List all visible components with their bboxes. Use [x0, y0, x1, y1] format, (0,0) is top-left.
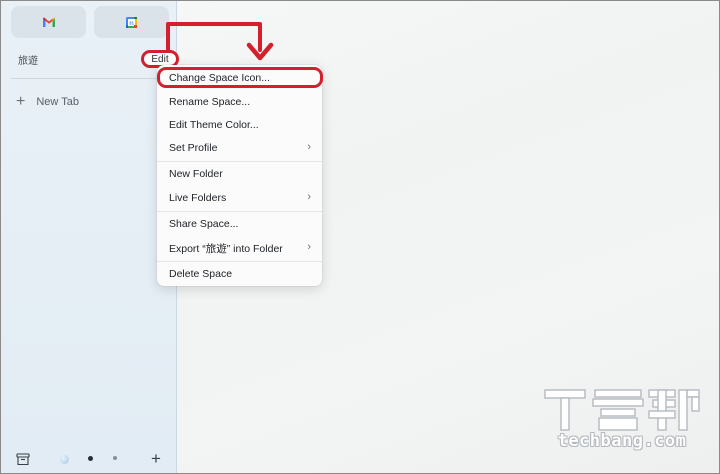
space-indicator-dot[interactable]: [113, 456, 117, 460]
menu-item-rename-space[interactable]: Rename Space...: [157, 91, 322, 113]
menu-item-label: Edit Theme Color...: [169, 119, 259, 131]
browser-window: 31 旅遊 + New Tab + Edit Change Space Icon…: [0, 0, 720, 474]
menu-item-label: Export “旅遊” into Folder: [169, 242, 283, 255]
new-tab-button[interactable]: + New Tab: [16, 94, 79, 110]
calendar-icon: 31: [126, 16, 137, 28]
pinned-tab-calendar[interactable]: 31: [94, 6, 169, 38]
svg-text:31: 31: [129, 20, 135, 25]
menu-item-live-folders[interactable]: Live Folders ›: [157, 187, 322, 209]
archive-icon[interactable]: [16, 452, 30, 466]
chevron-right-icon: ›: [307, 191, 311, 203]
menu-item-label: Delete Space: [169, 268, 233, 280]
menu-divider: [157, 161, 322, 162]
menu-item-change-space-icon[interactable]: Change Space Icon...: [157, 67, 322, 89]
menu-item-export-into-folder[interactable]: Export “旅遊” into Folder ›: [157, 237, 322, 259]
menu-divider: [157, 261, 322, 262]
space-indicator-dot[interactable]: [88, 456, 93, 461]
sidebar: 31 旅遊 + New Tab +: [1, 1, 177, 473]
add-space-plus-icon[interactable]: +: [151, 449, 161, 469]
chevron-right-icon: ›: [307, 141, 311, 153]
watermark-domain: techbang.com: [557, 431, 687, 451]
menu-item-label: Share Space...: [169, 218, 239, 230]
watermark: techbang.com: [541, 387, 703, 457]
menu-item-label: Rename Space...: [169, 96, 251, 108]
menu-item-edit-theme-color[interactable]: Edit Theme Color...: [157, 114, 322, 136]
menu-item-set-profile[interactable]: Set Profile ›: [157, 137, 322, 159]
menu-divider: [157, 211, 322, 212]
menu-item-share-space[interactable]: Share Space...: [157, 213, 322, 235]
gmail-icon: [42, 17, 55, 27]
menu-item-label: New Folder: [169, 168, 223, 180]
menu-item-label: Live Folders: [169, 192, 227, 204]
annotation-arrow-icon: [166, 22, 274, 61]
menu-item-label: Change Space Icon...: [169, 72, 270, 84]
pinned-tab-gmail[interactable]: [11, 6, 86, 38]
menu-item-label: Set Profile: [169, 142, 218, 154]
menu-item-new-folder[interactable]: New Folder: [157, 163, 322, 185]
plus-icon: +: [16, 93, 26, 110]
new-tab-label: New Tab: [36, 96, 79, 108]
sidebar-divider: [11, 78, 168, 79]
space-context-menu: Change Space Icon... Rename Space... Edi…: [157, 65, 322, 286]
space-name-label[interactable]: 旅遊: [18, 52, 38, 67]
techbang-logo: [544, 389, 700, 431]
space-indicator-dot[interactable]: [60, 455, 69, 464]
menu-item-delete-space[interactable]: Delete Space: [157, 263, 322, 285]
sidebar-bottom-bar: +: [1, 449, 176, 471]
chevron-right-icon: ›: [307, 241, 311, 253]
